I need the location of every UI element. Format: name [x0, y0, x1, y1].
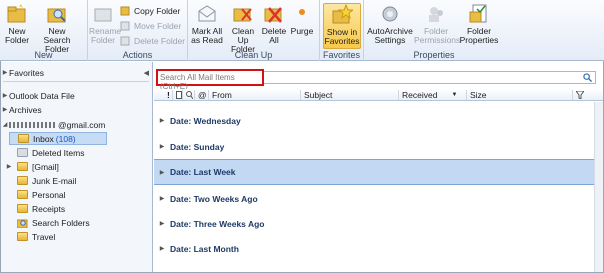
collapse-pane-icon[interactable]: ◀ [144, 69, 149, 77]
properties-icon [468, 3, 490, 25]
nav-receipts[interactable]: Receipts [1, 202, 153, 215]
column-size[interactable]: Size [466, 90, 572, 100]
new-search-folder-button[interactable]: New Search Folder [34, 3, 80, 54]
column-header-row: ! @ From Subject Received ▼ Size [154, 89, 603, 101]
folder-icon [17, 232, 28, 241]
column-received[interactable]: Received ▼ [398, 90, 466, 100]
star-folder-icon [331, 3, 355, 26]
sort-descending-icon: ▼ [451, 92, 458, 98]
new-folder-button[interactable]: New Folder [4, 3, 30, 45]
expand-icon[interactable]: ▶ [1, 163, 17, 170]
nav-travel[interactable]: Travel [1, 230, 153, 243]
ribbon-group-properties: AutoArchive Settings Folder Permissions … [364, 0, 504, 61]
expand-icon[interactable]: ▶ [154, 169, 170, 176]
search-input-highlight[interactable]: Search All Mail Items (Ctrl+E) [156, 69, 264, 91]
nav-junk-email[interactable]: Junk E-mail [1, 174, 153, 187]
collapse-icon[interactable]: ◢ [1, 121, 9, 128]
ribbon-group-label: New [34, 50, 53, 60]
delete-all-icon [263, 3, 285, 25]
nav-inbox[interactable]: Inbox (108) [9, 132, 107, 145]
group-row[interactable]: ▶ Date: Wednesday [154, 114, 603, 127]
nav-gmail[interactable]: ▶ [Gmail] [1, 160, 153, 173]
mark-read-icon [196, 3, 218, 25]
group-row[interactable]: ▶ Date: Sunday [154, 140, 603, 153]
purge-icon [291, 3, 313, 25]
purge-button[interactable]: Purge [288, 3, 316, 36]
expand-icon[interactable]: ▶ [1, 106, 9, 113]
ribbon-group-cleanup: Mark All as Read Clean Up Folder Delete … [188, 0, 320, 61]
folder-properties-button[interactable]: Folder Properties [458, 3, 500, 45]
junk-folder-icon [17, 176, 28, 185]
account-name-redacted [9, 121, 57, 128]
rename-folder-button[interactable]: Rename Folder [89, 3, 121, 45]
unread-count: (108) [55, 133, 76, 144]
deleted-items-icon [17, 148, 28, 157]
mark-all-read-button[interactable]: Mark All as Read [190, 3, 224, 45]
folder-icon [17, 204, 28, 213]
ribbon-group-new: New Folder New Search Folder New [0, 0, 88, 61]
show-in-favorites-button[interactable]: Show in Favorites [323, 3, 361, 49]
clean-up-icon [232, 3, 254, 25]
filter-icon[interactable] [572, 90, 592, 100]
delete-folder-button[interactable]: Delete Folder [120, 35, 185, 46]
nav-account[interactable]: ◢ @gmail.com [1, 118, 153, 131]
copy-folder-icon [120, 5, 131, 16]
inbox-icon [18, 134, 29, 143]
nav-favorites[interactable]: ▶ Favorites ◀ [1, 66, 153, 79]
nav-personal[interactable]: Personal [1, 188, 153, 201]
message-list-pane: Search All Mail Items (Ctrl+E) ! @ From … [154, 62, 603, 272]
group-row[interactable]: ▶ Date: Two Weeks Ago [154, 192, 603, 205]
divider [3, 81, 149, 82]
nav-search-folders[interactable]: Search Folders [1, 216, 153, 229]
permissions-icon [425, 3, 447, 25]
search-icon[interactable] [583, 73, 592, 82]
search-folders-icon [16, 218, 28, 228]
nav-outlook-data-file[interactable]: ▶ Outlook Data File [1, 89, 153, 102]
importance-column-icon[interactable]: ! [164, 90, 172, 100]
icon-column-icon[interactable] [172, 90, 182, 100]
expand-icon[interactable]: ▶ [154, 143, 170, 150]
ribbon-group-label: Clean Up [234, 50, 273, 60]
reminder-column-icon[interactable] [182, 90, 194, 100]
autoarchive-settings-button[interactable]: AutoArchive Settings [366, 3, 414, 45]
delete-folder-icon [120, 35, 131, 46]
column-subject[interactable]: Subject [300, 90, 398, 100]
ribbon-group-actions: Rename Folder Copy Folder Move Folder De… [88, 0, 188, 61]
copy-folder-button[interactable]: Copy Folder [120, 5, 180, 16]
folder-icon [17, 162, 28, 171]
group-row[interactable]: ▶ Date: Three Weeks Ago [154, 217, 603, 230]
expand-icon[interactable]: ▶ [1, 92, 9, 99]
move-folder-icon [120, 20, 131, 31]
attachment-column-icon[interactable]: @ [194, 90, 208, 100]
new-folder-icon [6, 3, 28, 25]
delete-all-button[interactable]: Delete All [260, 3, 288, 45]
ribbon-group-label: Actions [122, 50, 153, 60]
expand-icon[interactable]: ▶ [154, 117, 170, 124]
expand-icon[interactable]: ▶ [154, 245, 170, 252]
group-row-selected[interactable]: ▶ Date: Last Week [154, 159, 603, 185]
group-row[interactable]: ▶ Date: Last Month [154, 242, 603, 255]
autoarchive-icon [379, 3, 401, 25]
ribbon-group-label: Properties [413, 50, 455, 60]
vertical-scrollbar[interactable] [594, 102, 603, 272]
navigation-pane: ▶ Favorites ◀ ▶ Outlook Data File ▶ Arch… [1, 62, 153, 272]
move-folder-button[interactable]: Move Folder [120, 20, 181, 31]
column-from[interactable]: From [208, 90, 300, 100]
expand-icon[interactable]: ▶ [1, 69, 9, 76]
rename-icon [92, 3, 114, 25]
search-folder-icon [46, 3, 68, 25]
nav-archives[interactable]: ▶ Archives [1, 103, 153, 116]
expand-icon[interactable]: ▶ [154, 220, 170, 227]
ribbon-group-favorites: Show in Favorites Favorites [320, 0, 364, 61]
folder-icon [17, 190, 28, 199]
ribbon: New Folder New Search Folder New Rename … [0, 0, 604, 61]
folder-permissions-button[interactable]: Folder Permissions [414, 3, 460, 45]
ribbon-group-label: Favorites [322, 50, 360, 60]
nav-deleted-items[interactable]: Deleted Items [1, 146, 153, 159]
expand-icon[interactable]: ▶ [154, 195, 170, 202]
clean-up-folder-button[interactable]: Clean Up Folder [226, 3, 260, 54]
